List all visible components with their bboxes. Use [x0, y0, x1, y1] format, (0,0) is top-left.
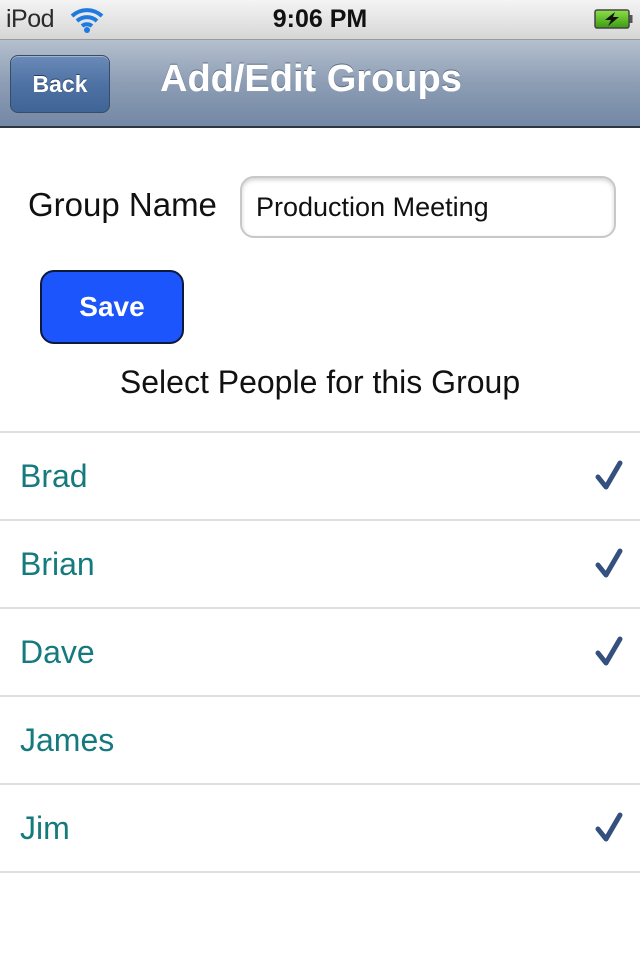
person-name: Brad	[20, 458, 88, 494]
battery-charging-icon	[594, 9, 633, 29]
list-item[interactable]: Brad	[0, 433, 640, 521]
status-bar: iPod 9:06 PM	[0, 0, 640, 40]
group-name-input[interactable]	[240, 176, 616, 238]
checkmark-icon	[595, 812, 623, 842]
page-title: Add/Edit Groups	[160, 58, 462, 100]
navigation-bar: Back Add/Edit Groups	[0, 40, 640, 128]
list-item[interactable]: Jim	[0, 785, 640, 873]
checkmark-icon	[595, 636, 623, 666]
person-name: Dave	[20, 634, 95, 670]
person-name: James	[20, 722, 115, 758]
person-name: Brian	[20, 546, 95, 582]
back-button[interactable]: Back	[10, 55, 110, 113]
save-button[interactable]: Save	[40, 270, 184, 344]
select-people-caption: Select People for this Group	[119, 364, 521, 400]
checkmark-icon	[595, 460, 623, 490]
clock: 9:06 PM	[272, 5, 368, 33]
person-name: Jim	[20, 810, 70, 846]
list-item[interactable]: James	[0, 697, 640, 785]
group-name-label: Group Name	[28, 186, 217, 223]
checkmark-icon	[595, 548, 623, 578]
list-item[interactable]: Dave	[0, 609, 640, 697]
people-list: Brad Brian Dave James Jim	[0, 431, 640, 873]
list-item[interactable]: Brian	[0, 521, 640, 609]
